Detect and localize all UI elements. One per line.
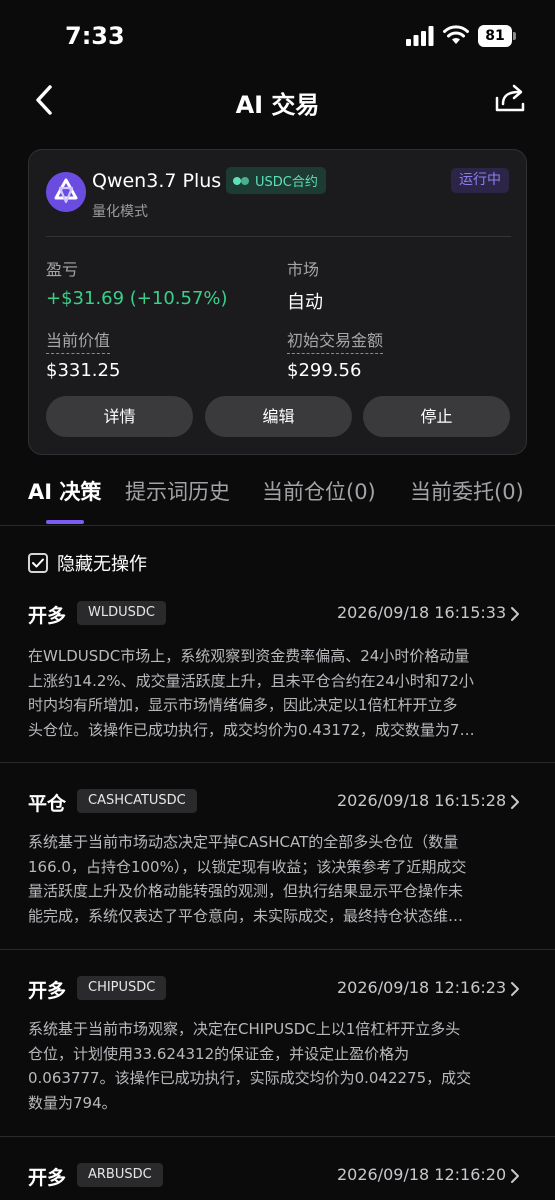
header: AI 交易 bbox=[0, 75, 555, 125]
summary-line: 数量为794。 bbox=[28, 1093, 117, 1112]
details-button[interactable]: 详情 bbox=[46, 396, 193, 437]
bot-mode: 量化模式 bbox=[92, 204, 148, 220]
bot-name: Qwen3.7 Plus bbox=[92, 170, 222, 192]
market-value: 自动 bbox=[287, 292, 323, 313]
contract-label: USDC合约 bbox=[255, 175, 318, 190]
battery-icon: 81 bbox=[478, 25, 516, 47]
bot-card: Qwen3.7 Plus USDC合约 运行中 量化模式 盈亏 +$31.69 … bbox=[28, 149, 527, 455]
chevron-right-icon[interactable] bbox=[509, 606, 521, 622]
hide-no-action-toggle[interactable]: 隐藏无操作 bbox=[28, 550, 147, 576]
tab-prompt-history[interactable]: 提示词历史 bbox=[125, 476, 230, 506]
edit-button[interactable]: 编辑 bbox=[205, 396, 352, 437]
summary-line: 166.0，占持仓100%），以锁定现有收益；该决策参考了近期成交 bbox=[28, 857, 467, 876]
summary-line: 仓位，计划使用33.624312的保证金，并设定止盈价格为 bbox=[28, 1044, 410, 1063]
current-value: $331.25 bbox=[46, 360, 121, 381]
initial-amount-value: $299.56 bbox=[287, 360, 362, 381]
decision-summary: 系统基于当前市场观察，决定在CHIPUSDC上以1倍杠杆开立多头 仓位，计划使用… bbox=[28, 1017, 528, 1115]
summary-line: 头仓位。该操作已成功执行，成交均价为0.43172，成交数量为7… bbox=[28, 720, 475, 739]
summary-line: 在WLDUSDC市场上，系统观察到资金费率偏高、24小时价格动量 bbox=[28, 647, 470, 665]
action-label: 开多 bbox=[28, 1167, 67, 1189]
battery-level: 81 bbox=[478, 25, 512, 47]
contract-icon bbox=[233, 176, 249, 185]
symbol-badge: ARBUSDC bbox=[77, 1163, 163, 1187]
current-value-stat: 当前价值 $331.25 bbox=[46, 327, 120, 381]
summary-line: 系统基于当前市场动态决定平掉CASHCAT的全部多头仓位（数量 bbox=[28, 833, 459, 851]
qwen-logo-icon bbox=[46, 172, 86, 212]
cellular-signal-icon bbox=[406, 26, 434, 46]
summary-line: 0.063777。该操作已成功执行，实际成交均价为0.042275，成交 bbox=[28, 1069, 472, 1087]
symbol-badge: CASHCATUSDC bbox=[77, 789, 197, 813]
summary-line: 时内均有所增加，显示市场情绪偏多，因此决定以1倍杠杆开立多 bbox=[28, 696, 458, 714]
divider bbox=[46, 236, 511, 237]
pnl-label: 盈亏 bbox=[46, 260, 79, 279]
pnl-value: +$31.69 (+10.57%) bbox=[46, 288, 228, 309]
market-stat: 市场 自动 bbox=[287, 256, 323, 314]
tab-ai-decisions[interactable]: AI 决策 bbox=[28, 476, 101, 506]
action-label: 开多 bbox=[28, 980, 67, 1002]
symbol-badge: CHIPUSDC bbox=[77, 976, 167, 1000]
decision-summary: 在WLDUSDC市场上，系统观察到资金费率偏高、24小时价格动量 上涨约14.2… bbox=[28, 644, 528, 742]
status-time: 7:33 bbox=[65, 22, 125, 50]
decision-time: 2026/09/18 16:15:33 bbox=[337, 603, 507, 622]
divider bbox=[0, 762, 555, 763]
divider bbox=[0, 949, 555, 950]
status-bar: 7:33 81 bbox=[0, 0, 555, 70]
initial-amount-label[interactable]: 初始交易金额 bbox=[287, 327, 384, 354]
checkbox-icon[interactable] bbox=[28, 553, 48, 573]
active-tab-indicator bbox=[46, 520, 84, 524]
hide-no-action-label: 隐藏无操作 bbox=[57, 554, 147, 575]
summary-line: 能完成，系统仅表达了平仓意向，未实际成交，最终持仓状态维… bbox=[28, 906, 464, 925]
decision-summary: 系统基于当前市场动态决定平掉CASHCAT的全部多头仓位（数量 166.0，占持… bbox=[28, 830, 528, 928]
chevron-right-icon[interactable] bbox=[509, 794, 521, 810]
share-icon[interactable] bbox=[494, 83, 526, 115]
status-badge: 运行中 bbox=[451, 168, 509, 193]
divider bbox=[0, 1136, 555, 1137]
tab-orders[interactable]: 当前委托(0) bbox=[410, 476, 524, 506]
initial-amount-stat: 初始交易金额 $299.56 bbox=[287, 327, 384, 381]
tab-positions[interactable]: 当前仓位(0) bbox=[262, 476, 376, 506]
tab-bar: AI 决策 提示词历史 当前仓位(0) 当前委托(0) bbox=[0, 474, 555, 526]
summary-line: 上涨约14.2%、成交量活跃度上升，且未平仓合约在24小时和72小 bbox=[28, 671, 474, 690]
chevron-right-icon[interactable] bbox=[509, 981, 521, 997]
summary-line: 量活跃度上升及价格动能转强的观测，但执行结果显示平仓操作未 bbox=[28, 882, 464, 900]
stop-button[interactable]: 停止 bbox=[363, 396, 510, 437]
decision-time: 2026/09/18 16:15:28 bbox=[337, 791, 507, 810]
wifi-icon bbox=[443, 25, 469, 44]
current-value-label[interactable]: 当前价值 bbox=[46, 327, 111, 354]
action-label: 开多 bbox=[28, 605, 67, 627]
summary-line: 系统基于当前市场观察，决定在CHIPUSDC上以1倍杠杆开立多头 bbox=[28, 1020, 461, 1038]
contract-badge: USDC合约 bbox=[226, 167, 326, 194]
symbol-badge: WLDUSDC bbox=[77, 601, 166, 625]
action-label: 平仓 bbox=[28, 793, 67, 815]
page-title: AI 交易 bbox=[235, 91, 320, 119]
market-label: 市场 bbox=[287, 260, 320, 279]
decision-time: 2026/09/18 12:16:20 bbox=[337, 1165, 507, 1184]
pnl-stat: 盈亏 +$31.69 (+10.57%) bbox=[46, 256, 228, 309]
decision-time: 2026/09/18 12:16:23 bbox=[337, 978, 507, 997]
chevron-right-icon[interactable] bbox=[509, 1168, 521, 1184]
